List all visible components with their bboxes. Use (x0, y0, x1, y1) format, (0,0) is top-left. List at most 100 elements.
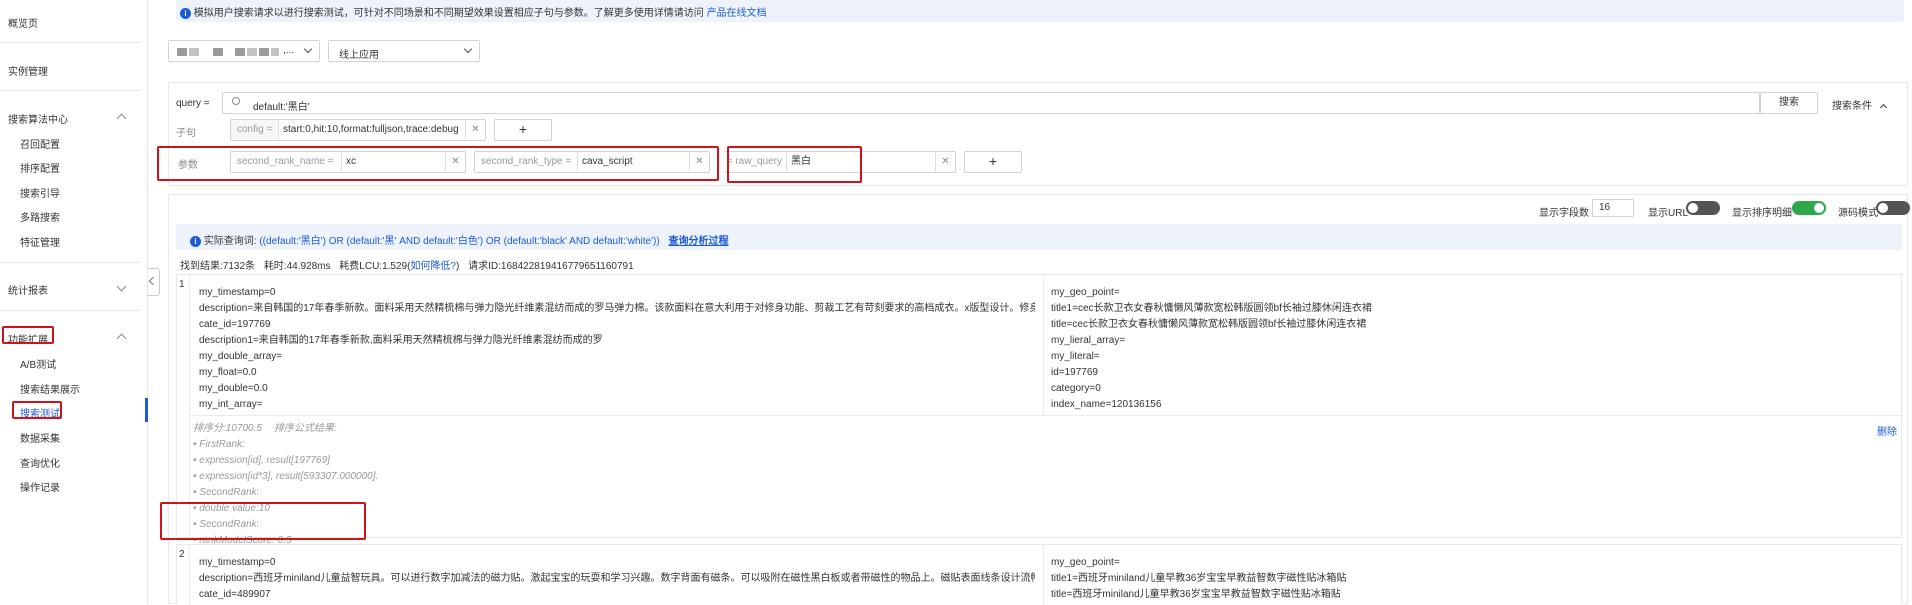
docs-link[interactable]: 产品在线文档 (707, 8, 767, 19)
toggle-knob (1688, 203, 1698, 213)
divider (1043, 275, 1044, 415)
info-banner: i 模拟用户搜索请求以进行搜索测试，可针对不同场景和不同期望效果设置相应子句与参… (176, 0, 1904, 22)
chevron-up-icon (1879, 103, 1887, 112)
field-row: title=cec长款卫衣女春秋慵懒风薄款宽松韩版圆领bf长袖过膝休闲连衣裙 (1051, 319, 1367, 330)
result-doc: 1 my_timestamp=0 description=来自韩国的17年春季新… (176, 274, 1903, 546)
search-conditions-label: 搜索条件 (1832, 101, 1872, 112)
query-analysis-link[interactable]: 查询分析过程 (668, 236, 728, 247)
sidebar-item-stats[interactable]: 统计报表 (8, 282, 48, 297)
fields-count-input[interactable]: 16 (1592, 199, 1634, 217)
chevron-up-icon[interactable] (116, 333, 127, 344)
app-select-value: 线上应用 (339, 50, 379, 61)
sidebar-item-data-collection[interactable]: 数据采集 (20, 430, 60, 445)
sidebar-item-ab-test[interactable]: A/B测试 (20, 356, 56, 371)
rank-line: • expression[id*3], result[593307.000000… (193, 471, 379, 482)
sidebar-item-sort[interactable]: 排序配置 (20, 160, 60, 175)
sidebar-item-recall[interactable]: 召回配置 (20, 136, 60, 151)
search-button[interactable]: 搜索 (1760, 92, 1818, 114)
lcu-cost: 耗费LCU:1.529( (339, 261, 411, 272)
chevron-down-icon (303, 44, 313, 54)
close-icon[interactable]: ✕ (935, 152, 955, 172)
field-row: title1=西班牙miniland儿童早教36岁宝宝早教益智数字磁性贴冰箱贴 (1051, 573, 1347, 584)
info-icon: i (180, 8, 191, 19)
sidebar-item-guide[interactable]: 搜索引导 (20, 185, 60, 200)
divider (189, 415, 1903, 416)
rank-line-text: SecondRank: (199, 487, 260, 498)
elapsed-time: 耗时:44.928ms (263, 261, 331, 272)
info-text: 模拟用户搜索请求以进行搜索测试，可针对不同场景和不同期望效果设置相应子句与参数。… (193, 8, 704, 19)
field-row: my_double=0.0 (199, 383, 268, 394)
doc-left-fields: my_timestamp=0 description=西班牙miniland儿童… (199, 555, 1035, 603)
doc-index: 2 (179, 549, 185, 560)
sidebar-item-overview[interactable]: 概览页 (8, 15, 38, 30)
show-rank-toggle[interactable] (1792, 201, 1826, 215)
collapse-sidebar-button[interactable] (148, 268, 160, 296)
delete-link[interactable]: 删除 (1877, 423, 1897, 438)
sidebar-item-result-display[interactable]: 搜索结果展示 (20, 381, 80, 396)
show-rank-label: 显示排序明细 (1732, 208, 1792, 219)
info-line: i 模拟用户搜索请求以进行搜索测试，可针对不同场景和不同期望效果设置相应子句与参… (180, 4, 767, 19)
doc-index: 1 (179, 279, 185, 290)
highlight-box (2, 326, 54, 344)
add-clause-button[interactable]: + (494, 119, 552, 141)
field-row: my_geo_point= (1051, 557, 1120, 568)
close-icon[interactable]: ✕ (465, 120, 485, 140)
actual-query-label: 实际查询词: (203, 236, 257, 247)
lcu-end: ) (456, 261, 460, 272)
info-icon: i (190, 236, 201, 247)
actual-query-bar: i 实际查询词: ((default:'黑白') OR (default:'黑'… (176, 224, 1902, 250)
chevron-up-icon[interactable] (116, 113, 127, 124)
clause-key: config = (231, 120, 280, 140)
rank-score: 排序分:10700.5 (193, 423, 262, 434)
search-icon (232, 97, 240, 105)
app-select[interactable]: 线上应用 (328, 40, 480, 62)
sidebar-divider (0, 262, 140, 263)
field-row: id=197769 (1051, 367, 1098, 378)
query-input[interactable]: default:'黑白' (222, 92, 1760, 114)
result-doc: 2 my_timestamp=0 description=西班牙miniland… (176, 544, 1902, 605)
rank-header: 排序分:10700.5 排序公式结果: (193, 421, 378, 437)
field-row: my_timestamp=0 (199, 287, 276, 298)
source-mode-toggle[interactable] (1876, 201, 1910, 215)
search-conditions-toggle[interactable]: 搜索条件 (1832, 97, 1887, 112)
field-row: my_lieral_array= (1051, 335, 1126, 346)
lcu-help-link[interactable]: 如何降低? (410, 261, 456, 272)
query-label: query = (176, 98, 210, 109)
toggle-knob (1878, 203, 1888, 213)
sidebar-item-instance[interactable]: 实例管理 (8, 63, 48, 78)
sidebar-divider (0, 310, 140, 311)
clause-value: start:0,hit:10,format:fulljson,trace:deb… (283, 124, 459, 135)
sidebar-item-multi-search[interactable]: 多路搜索 (20, 209, 60, 224)
clause-config-field[interactable]: config = start:0,hit:10,format:fulljson,… (230, 119, 486, 141)
rank-line-text: FirstRank: (199, 439, 245, 450)
actual-query-value: ((default:'黑白') OR (default:'黑' AND defa… (259, 236, 660, 247)
active-indicator (145, 398, 148, 422)
doc-right-fields: my_geo_point= title1=cec长款卫衣女春秋慵懒风薄款宽松韩版… (1051, 285, 1891, 413)
chevron-left-icon (148, 276, 158, 286)
redacted-block (271, 48, 279, 56)
field-row: title=西班牙miniland儿童早教36岁宝宝早教益智数字磁性贴冰箱贴 (1051, 589, 1341, 600)
actual-query-line: i 实际查询词: ((default:'黑白') OR (default:'黑'… (190, 232, 728, 247)
sidebar-item-algo-center[interactable]: 搜索算法中心 (8, 111, 68, 126)
chevron-down-icon (463, 44, 473, 54)
sidebar-item-features[interactable]: 特征管理 (20, 234, 60, 249)
redacted-block (259, 48, 269, 56)
divider (1043, 545, 1044, 605)
toggle-knob (1814, 203, 1824, 213)
instance-select[interactable]: ,... (168, 40, 320, 62)
found-count: 找到结果:7132条 (180, 261, 256, 272)
sidebar-item-query-optimize[interactable]: 查询优化 (20, 455, 60, 470)
field-row: cate_id=197769 (199, 319, 271, 330)
highlight-box (160, 502, 366, 540)
rank-formula-label: 排序公式结果: (273, 423, 337, 434)
show-url-toggle[interactable] (1686, 201, 1720, 215)
redacted-block (235, 48, 245, 56)
rank-line-text: expression[id], result[197769] (199, 455, 330, 466)
clause-label: 子句 (176, 128, 196, 139)
add-param-button[interactable]: + (964, 151, 1022, 173)
divider (189, 545, 190, 605)
query-value: default:'黑白' (253, 102, 310, 113)
chevron-down-icon[interactable] (116, 281, 127, 292)
sidebar-item-operation-log[interactable]: 操作记录 (20, 479, 60, 494)
sidebar-divider (0, 90, 140, 91)
